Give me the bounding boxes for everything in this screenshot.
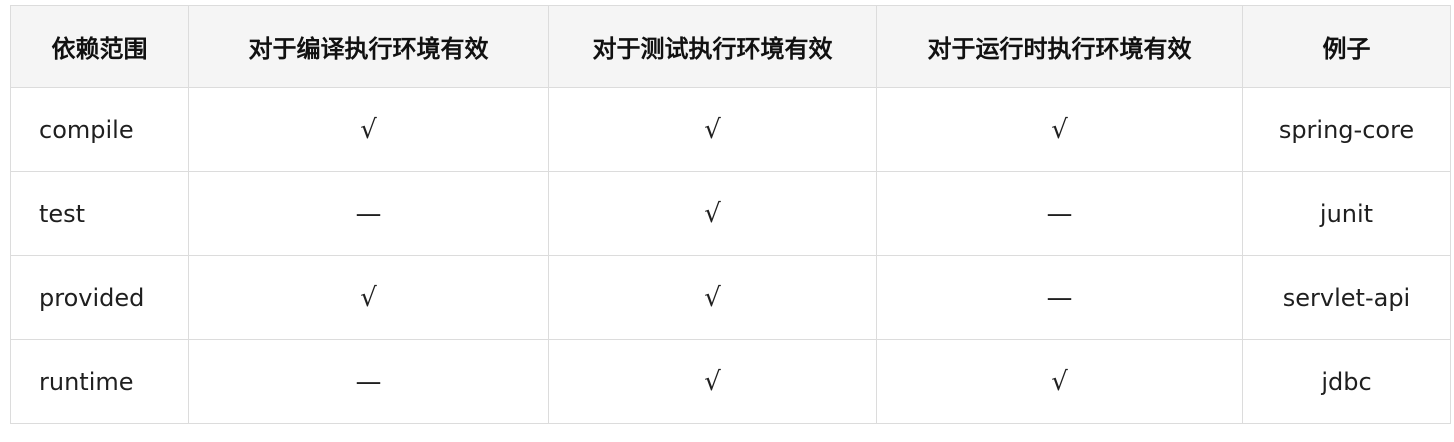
cell-scope: test [10, 171, 189, 256]
cell-scope: compile [10, 87, 189, 172]
cell-example: servlet-api [1242, 255, 1451, 340]
cell-test-env: √ [548, 255, 877, 340]
table-body: compile √ √ √ spring-core test — √ — jun… [10, 87, 1451, 424]
header-compile-env: 对于编译执行环境有效 [188, 5, 549, 88]
cell-example: spring-core [1242, 87, 1451, 172]
cell-example: jdbc [1242, 339, 1451, 424]
dependency-scope-table-container: 依赖范围 对于编译执行环境有效 对于测试执行环境有效 对于运行时执行环境有效 例… [10, 5, 1451, 424]
cell-compile-env: √ [188, 87, 549, 172]
table-row: test — √ — junit [10, 171, 1451, 256]
dependency-scope-table: 依赖范围 对于编译执行环境有效 对于测试执行环境有效 对于运行时执行环境有效 例… [10, 5, 1451, 424]
table-row: runtime — √ √ jdbc [10, 339, 1451, 424]
header-row: 依赖范围 对于编译执行环境有效 对于测试执行环境有效 对于运行时执行环境有效 例… [10, 5, 1451, 88]
header-example: 例子 [1242, 5, 1451, 88]
cell-compile-env: √ [188, 255, 549, 340]
table-row: provided √ √ — servlet-api [10, 255, 1451, 340]
cell-example: junit [1242, 171, 1451, 256]
cell-test-env: √ [548, 87, 877, 172]
table-header: 依赖范围 对于编译执行环境有效 对于测试执行环境有效 对于运行时执行环境有效 例… [10, 5, 1451, 88]
cell-scope: runtime [10, 339, 189, 424]
table-row: compile √ √ √ spring-core [10, 87, 1451, 172]
cell-compile-env: — [188, 339, 549, 424]
cell-runtime-env: — [876, 255, 1243, 340]
cell-test-env: √ [548, 171, 877, 256]
header-runtime-env: 对于运行时执行环境有效 [876, 5, 1243, 88]
cell-runtime-env: — [876, 171, 1243, 256]
cell-test-env: √ [548, 339, 877, 424]
header-scope: 依赖范围 [10, 5, 189, 88]
cell-compile-env: — [188, 171, 549, 256]
cell-scope: provided [10, 255, 189, 340]
header-test-env: 对于测试执行环境有效 [548, 5, 877, 88]
cell-runtime-env: √ [876, 339, 1243, 424]
cell-runtime-env: √ [876, 87, 1243, 172]
